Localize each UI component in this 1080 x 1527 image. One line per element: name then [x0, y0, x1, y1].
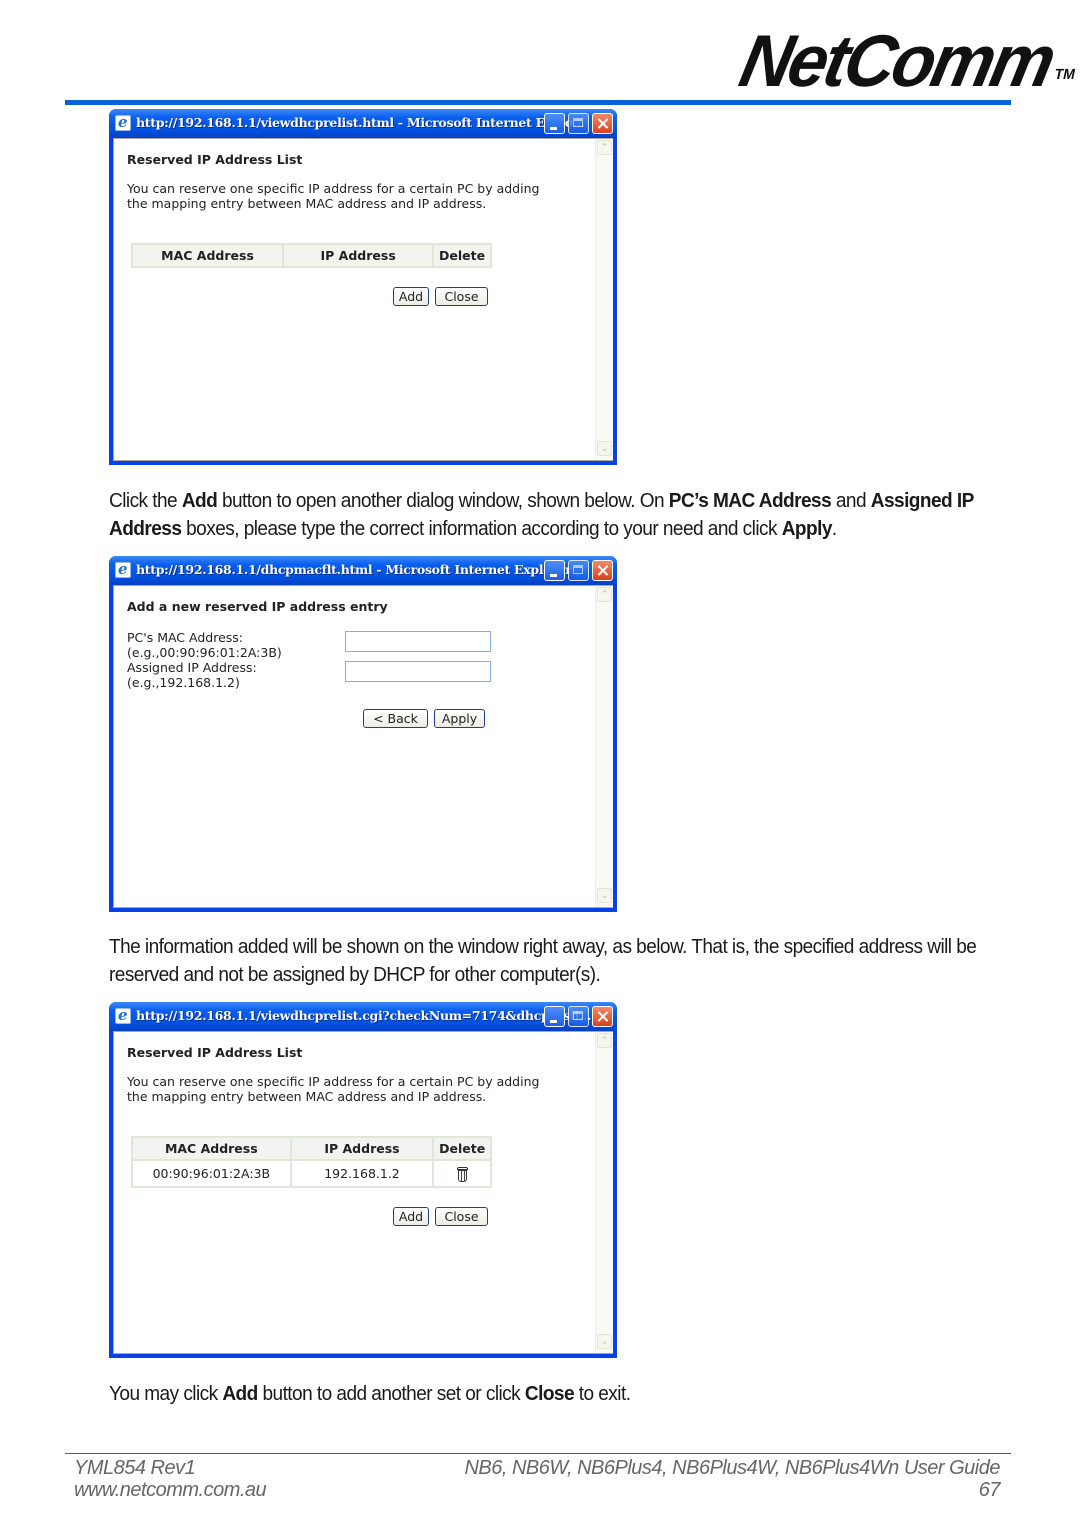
text: to exit.	[574, 1382, 631, 1405]
description-line: You can reserve one specific IP address …	[127, 181, 540, 196]
reserved-ip-table: MAC Address IP Address Delete	[130, 243, 492, 268]
bold-term: PC’s MAC Address	[668, 489, 832, 512]
window-content: Add a new reserved IP address entry PC's…	[113, 585, 613, 908]
description-line: You can reserve one specific IP address …	[127, 1074, 540, 1089]
add-button[interactable]: Add	[393, 1207, 429, 1226]
header-rule	[65, 100, 1011, 105]
maximize-button[interactable]	[568, 1006, 589, 1027]
logo-text: NetComm	[733, 20, 1061, 102]
dialog-heading: Add a new reserved IP address entry	[127, 599, 388, 614]
field-label: Assigned IP Address:	[127, 660, 257, 675]
text: button to add another set or click	[257, 1382, 525, 1405]
mac-address-label: PC's MAC Address: (e.g.,00:90:96:01:2A:3…	[127, 630, 282, 660]
minimize-button[interactable]	[544, 560, 565, 581]
add-button[interactable]: Add	[393, 287, 429, 306]
document-code: YML854 Rev1	[74, 1457, 196, 1479]
vertical-scrollbar[interactable]: ⌃ ⌄	[595, 139, 613, 460]
field-hint: (e.g.,192.168.1.2)	[127, 675, 240, 690]
ip-address-cell: 192.168.1.2	[289, 1159, 435, 1188]
column-header-delete: Delete	[432, 1136, 492, 1161]
instruction-paragraph-exit: You may click Add button to add another …	[109, 1380, 1002, 1408]
dialog-heading: Reserved IP Address List	[127, 1045, 303, 1060]
table-row: 00:90:96:01:2A:3B 192.168.1.2	[131, 1159, 492, 1188]
reserved-ip-list-updated-window: http://192.168.1.1/viewdhcprelist.cgi?ch…	[109, 1002, 617, 1358]
window-title: http://192.168.1.1/viewdhcprelist.html -…	[136, 115, 585, 130]
table-header-row: MAC Address IP Address Delete	[130, 243, 492, 268]
column-header-ip: IP Address	[282, 243, 435, 268]
dialog-description: You can reserve one specific IP address …	[127, 1074, 593, 1104]
scroll-up-arrow-icon[interactable]: ⌃	[597, 587, 612, 602]
website-link[interactable]: www.netcomm.com.au	[74, 1479, 267, 1502]
text: and	[831, 489, 871, 512]
page-number: 67	[978, 1479, 1001, 1501]
back-button[interactable]: < Back	[363, 709, 428, 728]
window-titlebar[interactable]: http://192.168.1.1/dhcpmacflt.html - Mic…	[109, 556, 617, 585]
window-content: Reserved IP Address List You can reserve…	[113, 138, 613, 461]
column-header-delete: Delete	[432, 243, 492, 268]
column-header-mac: MAC Address	[130, 243, 285, 268]
text: .	[831, 517, 837, 540]
window-titlebar[interactable]: http://192.168.1.1/viewdhcprelist.html -…	[109, 109, 617, 138]
description-line: the mapping entry between MAC address an…	[127, 1089, 487, 1104]
minimize-button[interactable]	[544, 113, 565, 134]
minimize-button[interactable]	[544, 1006, 565, 1027]
reserved-ip-table: MAC Address IP Address Delete 00:90:96:0…	[131, 1136, 492, 1188]
apply-button[interactable]: Apply	[434, 709, 485, 728]
description-line: the mapping entry between MAC address an…	[127, 196, 487, 211]
field-hint: (e.g.,00:90:96:01:2A:3B)	[127, 645, 282, 660]
column-header-mac: MAC Address	[131, 1136, 292, 1161]
internet-explorer-icon	[115, 1006, 131, 1024]
text: button to open another dialog window, sh…	[217, 489, 669, 512]
close-window-button[interactable]	[592, 1006, 613, 1027]
vertical-scrollbar[interactable]: ⌃ ⌄	[595, 586, 613, 907]
column-header-ip: IP Address	[289, 1136, 435, 1161]
bold-term: Close	[524, 1382, 575, 1405]
field-label: PC's MAC Address:	[127, 630, 243, 645]
table-header-row: MAC Address IP Address Delete	[131, 1136, 492, 1161]
add-reserved-ip-window: http://192.168.1.1/dhcpmacflt.html - Mic…	[109, 556, 617, 912]
maximize-button[interactable]	[568, 560, 589, 581]
dialog-heading: Reserved IP Address List	[127, 152, 303, 167]
dialog-description: You can reserve one specific IP address …	[127, 181, 593, 211]
delete-cell	[432, 1159, 492, 1188]
internet-explorer-icon	[115, 560, 131, 578]
window-title: http://192.168.1.1/dhcpmacflt.html - Mic…	[136, 562, 572, 577]
bold-term: Add	[181, 489, 218, 512]
internet-explorer-icon	[115, 113, 131, 131]
trash-icon[interactable]	[456, 1166, 468, 1182]
instruction-paragraph-add: Click the Add button to open another dia…	[109, 487, 1002, 543]
scroll-up-arrow-icon[interactable]: ⌃	[597, 1033, 612, 1048]
ip-address-label: Assigned IP Address: (e.g.,192.168.1.2)	[127, 660, 257, 690]
instruction-paragraph-result: The information added will be shown on t…	[109, 935, 977, 986]
bold-term: Apply	[781, 517, 833, 540]
mac-address-cell: 00:90:96:01:2A:3B	[131, 1159, 292, 1188]
maximize-button[interactable]	[568, 113, 589, 134]
netcomm-logo: NetCommTM	[733, 20, 1077, 102]
close-window-button[interactable]	[592, 560, 613, 581]
reserved-ip-list-window: http://192.168.1.1/viewdhcprelist.html -…	[109, 109, 617, 465]
guide-title: NB6, NB6W, NB6Plus4, NB6Plus4W, NB6Plus4…	[464, 1457, 1000, 1479]
window-title: http://192.168.1.1/viewdhcprelist.cgi?ch…	[136, 1008, 592, 1023]
vertical-scrollbar[interactable]: ⌃ ⌄	[595, 1032, 613, 1353]
logo-trademark: TM	[1053, 65, 1077, 82]
text: You may click	[109, 1382, 223, 1405]
close-button[interactable]: Close	[435, 287, 488, 306]
close-window-button[interactable]	[592, 113, 613, 134]
window-titlebar[interactable]: http://192.168.1.1/viewdhcprelist.cgi?ch…	[109, 1002, 617, 1031]
scroll-down-arrow-icon[interactable]: ⌄	[597, 441, 612, 456]
scroll-down-arrow-icon[interactable]: ⌄	[597, 1334, 612, 1349]
footer-rule	[65, 1453, 1011, 1454]
assigned-ip-input[interactable]	[345, 661, 491, 682]
scroll-down-arrow-icon[interactable]: ⌄	[597, 888, 612, 903]
text: Click the	[109, 489, 182, 512]
text: boxes, please type the correct informati…	[181, 517, 782, 540]
window-content: Reserved IP Address List You can reserve…	[113, 1031, 613, 1354]
scroll-up-arrow-icon[interactable]: ⌃	[597, 140, 612, 155]
mac-address-input[interactable]	[345, 631, 491, 652]
close-button[interactable]: Close	[435, 1207, 488, 1226]
bold-term: Add	[222, 1382, 258, 1405]
